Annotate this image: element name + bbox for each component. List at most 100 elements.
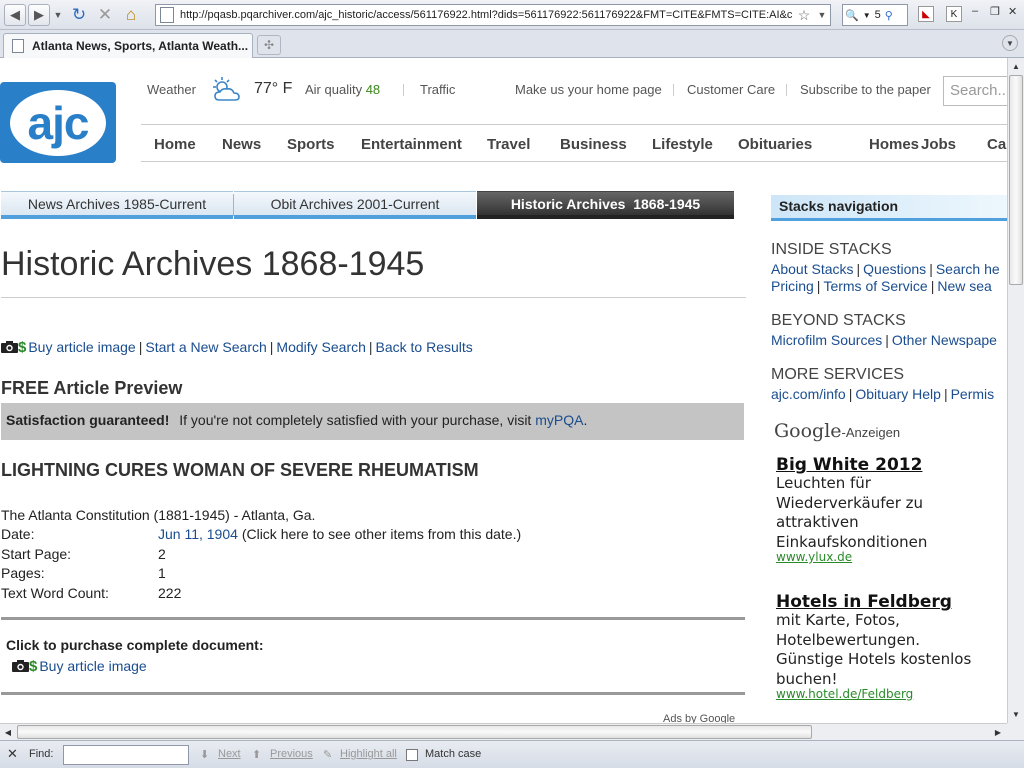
modify-search-link[interactable]: Modify Search	[276, 339, 365, 355]
divider	[673, 84, 674, 96]
purchase-buy-link[interactable]: Buy article image	[39, 658, 146, 674]
vertical-scroll-thumb[interactable]	[1009, 75, 1023, 285]
scroll-down-icon[interactable]: ▼	[1008, 706, 1024, 722]
tab-page-icon	[12, 39, 24, 53]
home-page-link[interactable]: Make us your home page	[515, 82, 662, 98]
find-previous-button[interactable]: Previous	[270, 748, 313, 760]
date-link[interactable]: Jun 11, 1904	[158, 526, 238, 542]
customer-care-link[interactable]: Customer Care	[687, 82, 775, 98]
addon-k-icon[interactable]: K	[946, 6, 962, 22]
nav-news[interactable]: News	[222, 136, 261, 153]
find-next-button[interactable]: Next	[218, 748, 241, 760]
search-icon[interactable]: 🔍	[845, 9, 859, 22]
match-case-checkbox[interactable]	[406, 749, 418, 761]
microfilm-link[interactable]: Microfilm Sources	[771, 332, 882, 348]
mypqa-link[interactable]: myPQA	[535, 412, 583, 428]
addon-icon[interactable]: ◣	[918, 6, 934, 22]
find-close-icon[interactable]: ✕	[7, 746, 18, 762]
previous-arrow-icon: ⬆	[252, 749, 262, 761]
ad-url[interactable]: www.hotel.de/Feldberg	[776, 687, 913, 701]
air-quality[interactable]: Air quality 48	[305, 82, 380, 98]
forward-icon[interactable]: ▶	[28, 3, 50, 26]
close-icon[interactable]: ✕	[1008, 5, 1017, 18]
minimize-icon[interactable]: –	[972, 5, 978, 17]
nav-travel[interactable]: Travel	[487, 136, 530, 153]
browser-search-bar[interactable]: 🔍 ▼ 5 ⚲	[842, 4, 908, 26]
questions-link[interactable]: Questions	[863, 261, 926, 277]
stacks-navigation-header: Stacks navigation	[771, 195, 1007, 221]
scroll-left-icon[interactable]: ◀	[0, 724, 16, 740]
tab-news-archives[interactable]: News Archives 1985-Current	[1, 191, 233, 219]
google-ads-logo[interactable]: Google-Anzeigen	[774, 420, 900, 442]
date-note: (Click here to see other items from this…	[241, 526, 522, 542]
about-stacks-link[interactable]: About Stacks	[771, 261, 854, 277]
permissions-link[interactable]: Permis	[951, 386, 995, 402]
start-page-label: Start Page:	[1, 546, 72, 562]
tab-list-icon[interactable]: ▼	[1002, 35, 1018, 51]
stop-icon[interactable]: ✕	[93, 3, 117, 27]
nav-business[interactable]: Business	[560, 136, 627, 153]
ads-by-google[interactable]: Ads by Google	[663, 713, 735, 723]
nav-jobs[interactable]: Jobs	[921, 136, 956, 153]
dollar-icon: $	[18, 339, 27, 356]
history-dropdown-icon[interactable]: ▼	[52, 4, 64, 26]
match-case-label[interactable]: Match case	[425, 748, 481, 760]
restore-icon[interactable]: ❐	[990, 5, 1000, 18]
traffic-link[interactable]: Traffic	[420, 82, 455, 98]
ajc-info-link[interactable]: ajc.com/info	[771, 386, 846, 402]
scroll-up-icon[interactable]: ▲	[1008, 58, 1024, 74]
new-search-link[interactable]: Start a New Search	[145, 339, 266, 355]
pipe-separator: |	[885, 332, 889, 348]
home-icon[interactable]: ⌂	[119, 3, 143, 27]
reload-icon[interactable]: ↻	[67, 3, 91, 27]
url-bar[interactable]: http://pqasb.pqarchiver.com/ajc_historic…	[155, 4, 831, 26]
url-text[interactable]: http://pqasb.pqarchiver.com/ajc_historic…	[180, 9, 794, 21]
tab-historic-archives[interactable]: Historic Archives 1868-1945	[477, 191, 734, 219]
site-search-input[interactable]: Search...	[943, 76, 1007, 106]
highlight-all-button[interactable]: Highlight all	[340, 748, 397, 760]
nav-homes[interactable]: Homes	[869, 136, 919, 153]
nav-sports[interactable]: Sports	[287, 136, 335, 153]
scroll-corner	[1007, 723, 1024, 740]
pipe-separator: |	[930, 278, 935, 294]
subscribe-link[interactable]: Subscribe to the paper	[800, 82, 931, 98]
pipe-separator: |	[816, 278, 821, 294]
ad-title[interactable]: Hotels in Feldberg	[776, 592, 952, 612]
nav-lifestyle[interactable]: Lifestyle	[652, 136, 713, 153]
ad-url[interactable]: www.ylux.de	[776, 550, 852, 564]
buy-article-image-link[interactable]: Buy article image	[28, 339, 135, 355]
page-viewport: ajc Weather 77° F Air quality 48 Traffic…	[0, 58, 1007, 723]
search-help-link[interactable]: Search he	[936, 261, 1000, 277]
horizontal-scroll-thumb[interactable]	[17, 725, 812, 739]
more-services-heading: MORE SERVICES	[771, 366, 905, 383]
horizontal-scrollbar[interactable]: ◀ ▶	[0, 723, 1007, 740]
star-icon[interactable]: ☆	[794, 7, 814, 24]
browser-tab[interactable]: Atlanta News, Sports, Atlanta Weath...	[3, 33, 253, 58]
new-search-rail-link[interactable]: New sea	[937, 278, 991, 294]
obituary-help-link[interactable]: Obituary Help	[855, 386, 941, 402]
back-icon[interactable]: ◀	[4, 3, 26, 26]
url-dropdown-icon[interactable]: ▼	[814, 10, 830, 20]
highlight-icon: ✎	[323, 749, 333, 761]
pricing-link[interactable]: Pricing	[771, 278, 814, 294]
ad-body: mit Karte, Fotos, Hotelbewertungen. Güns…	[776, 611, 972, 688]
other-newspapers-link[interactable]: Other Newspape	[892, 332, 997, 348]
magnifier-icon[interactable]: ⚲	[885, 9, 893, 22]
nav-cars[interactable]: Ca	[987, 136, 1006, 153]
vertical-scrollbar[interactable]: ▲ ▼	[1007, 58, 1024, 723]
find-input[interactable]	[63, 745, 189, 765]
scroll-right-icon[interactable]: ▶	[990, 724, 1006, 740]
terms-link[interactable]: Terms of Service	[823, 278, 927, 294]
inside-stacks-links-2: Pricing | Terms of Service | New sea	[771, 278, 992, 294]
nav-obituaries[interactable]: Obituaries	[738, 136, 812, 153]
nav-home[interactable]: Home	[154, 136, 196, 153]
new-tab-icon[interactable]: ✣	[257, 35, 281, 55]
tab-obit-archives[interactable]: Obit Archives 2001-Current	[234, 191, 476, 219]
search-engine-dropdown-icon[interactable]: ▼	[863, 11, 871, 20]
pipe-separator: |	[368, 339, 373, 355]
ad-title[interactable]: Big White 2012	[776, 455, 922, 475]
ajc-logo[interactable]: ajc	[0, 82, 116, 163]
back-to-results-link[interactable]: Back to Results	[376, 339, 473, 355]
nav-entertainment[interactable]: Entertainment	[361, 136, 462, 153]
weather-label[interactable]: Weather	[147, 82, 196, 98]
